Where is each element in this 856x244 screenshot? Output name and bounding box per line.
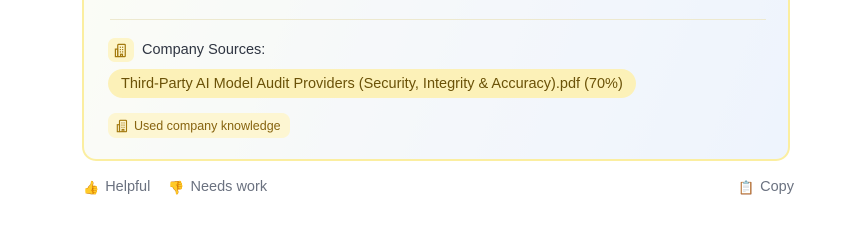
source-document-link[interactable]: Third-Party AI Model Audit Providers (Se…: [108, 69, 636, 98]
company-sources-header: Company Sources:: [108, 38, 265, 62]
divider: [110, 19, 766, 20]
thumbs-up-icon: 👍: [83, 179, 100, 195]
helpful-button[interactable]: 👍 Helpful: [83, 179, 150, 195]
building-icon: [116, 119, 130, 133]
needs-work-button[interactable]: 👎 Needs work: [168, 179, 267, 195]
answer-card: ( ) Company Sources: Third-Party AI Mode…: [82, 0, 790, 161]
company-knowledge-label: Used company knowledge: [134, 118, 281, 133]
thumbs-down-icon: 👎: [168, 179, 185, 195]
company-knowledge-badge: Used company knowledge: [108, 113, 290, 138]
clipboard-icon: 📋: [737, 179, 755, 195]
copy-label: Copy: [760, 179, 794, 195]
helpful-label: Helpful: [105, 179, 151, 195]
building-icon: [108, 38, 134, 62]
company-sources-title: Company Sources:: [142, 42, 266, 58]
needs-work-label: Needs work: [190, 179, 268, 195]
copy-button[interactable]: 📋 Copy: [738, 179, 794, 195]
feedback-bar: 👍 Helpful 👎 Needs work 📋 Copy: [83, 176, 794, 198]
